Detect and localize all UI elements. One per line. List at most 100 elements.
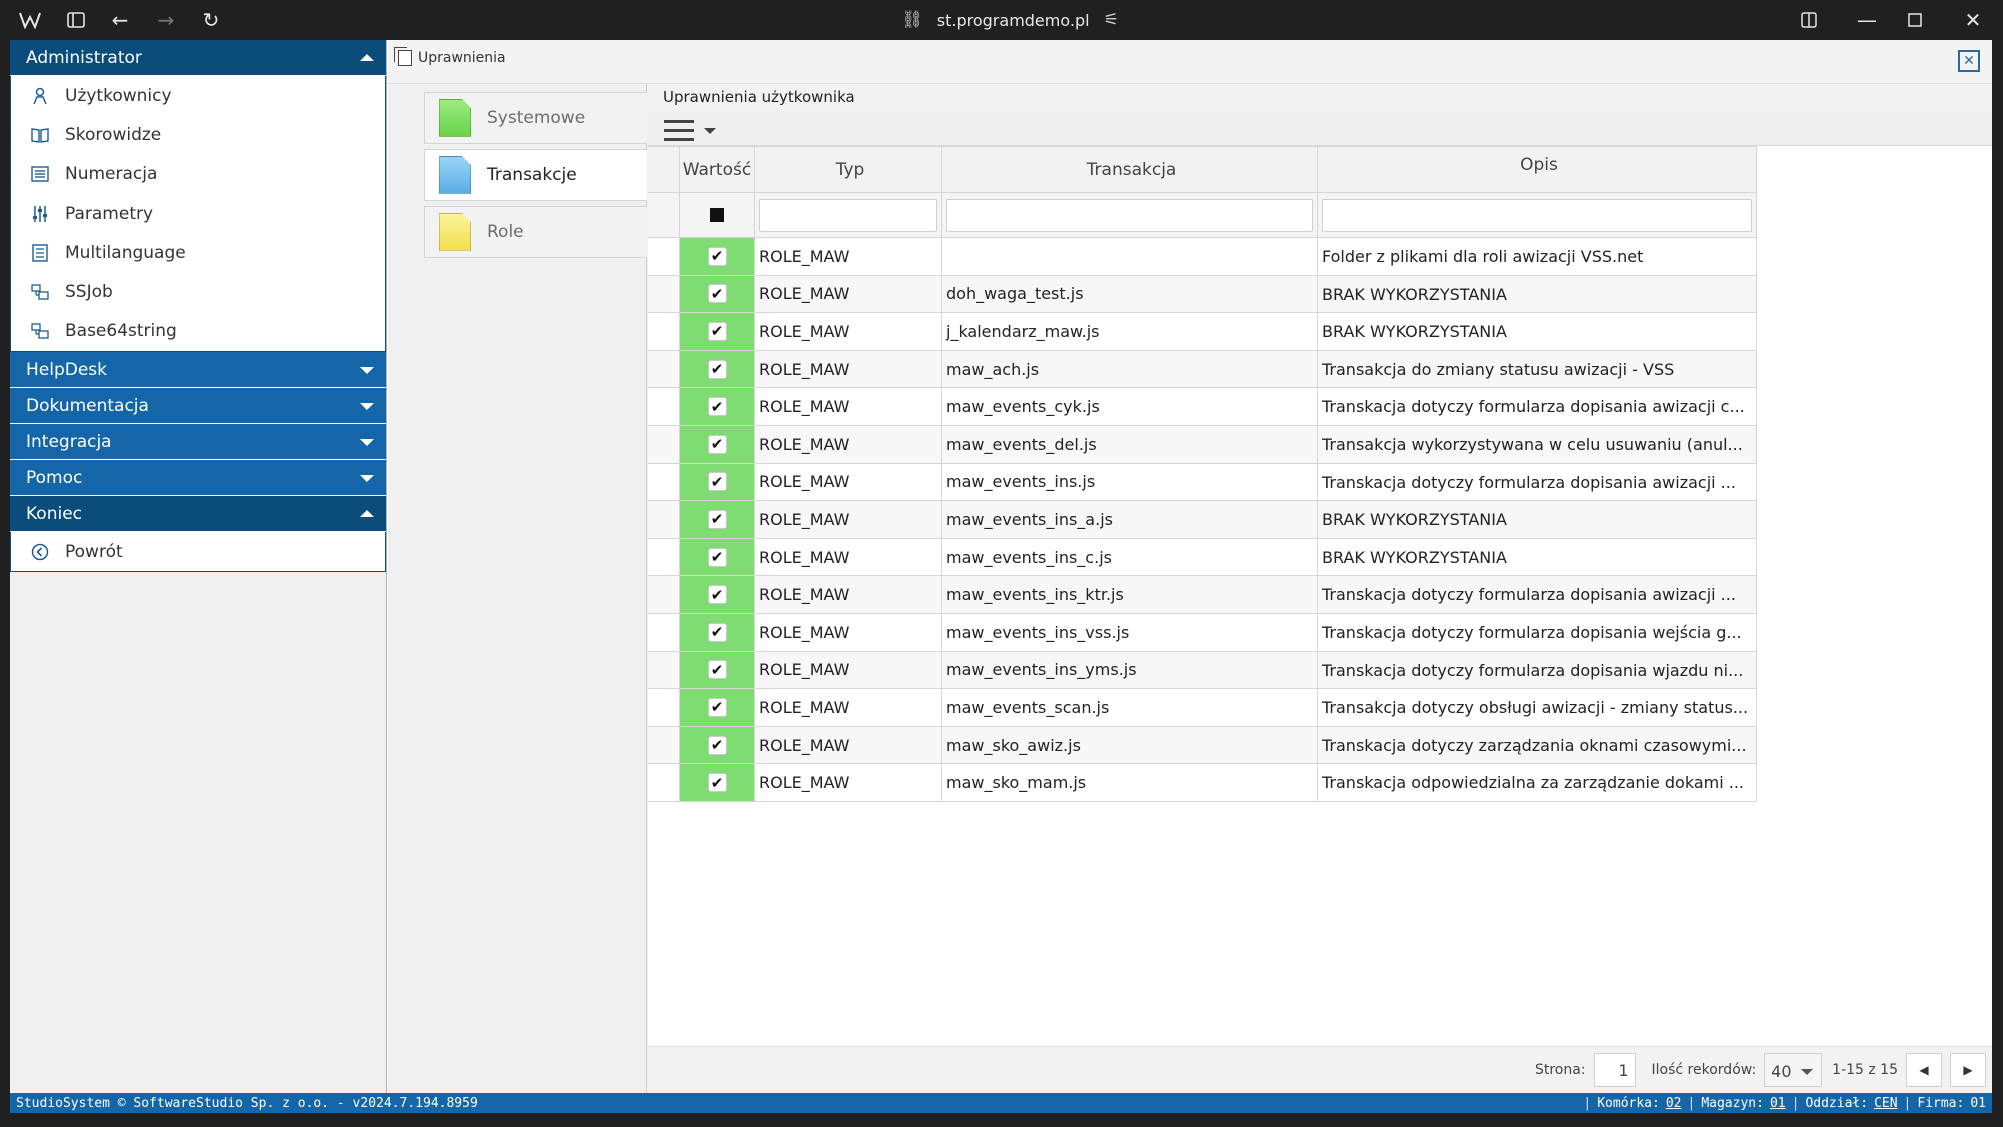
indeterminate-checkbox[interactable]	[710, 208, 724, 222]
section-dokumentacja[interactable]: Dokumentacja	[10, 388, 386, 425]
table-row[interactable]: ✔ ROLE_MAW maw_ach.js Transakcja do zmiany …	[648, 350, 1757, 389]
filter-transakcja-input[interactable]	[946, 198, 1313, 232]
section-helpdesk[interactable]: HelpDesk	[10, 352, 386, 389]
checkbox[interactable]: ✔	[707, 735, 727, 755]
reload-icon[interactable]: ↻	[199, 8, 223, 32]
column-header-wartosc[interactable]: Wartość	[680, 147, 755, 192]
typ-cell: ROLE_MAW	[755, 726, 942, 764]
records-select[interactable]: 40	[1764, 1053, 1823, 1087]
table-row[interactable]: ✔ ROLE_MAW maw_events_ins_ktr.js Transkacja…	[648, 576, 1757, 614]
tab-systemowe[interactable]: Systemowe	[424, 92, 647, 144]
value-cell[interactable]: ✔	[680, 538, 755, 576]
filter-opis-input[interactable]	[1322, 198, 1752, 232]
value-cell[interactable]: ✔	[680, 313, 755, 350]
table-row[interactable]: ✔ ROLE_MAW Folder z plikami dla roli awiza…	[648, 238, 1757, 276]
split-view-icon[interactable]	[1797, 8, 1821, 32]
checkbox[interactable]: ✔	[707, 622, 727, 642]
checkbox[interactable]: ✔	[707, 321, 727, 341]
tune-icon[interactable]: ⚟	[1104, 10, 1119, 30]
value-cell[interactable]: ✔	[680, 238, 755, 275]
sidebar-item-skorowidze[interactable]: Skorowidze	[11, 115, 385, 154]
app-logo-icon[interactable]	[18, 8, 42, 32]
sidebar-item-numeracja[interactable]: Numeracja	[11, 155, 385, 194]
tab-role[interactable]: Role	[424, 206, 647, 258]
komorka-value[interactable]: 02	[1666, 1096, 1682, 1111]
table-row[interactable]: ✔ ROLE_MAW maw_events_ins_c.js BRAK WYKORZY…	[648, 538, 1757, 577]
checkbox[interactable]: ✔	[707, 697, 727, 717]
table-row[interactable]: ✔ ROLE_MAW maw_events_ins.js Transkacja dot…	[648, 463, 1757, 502]
magazyn-value[interactable]: 01	[1770, 1096, 1786, 1111]
table-row[interactable]: ✔ ROLE_MAW maw_events_ins_vss.js Transkacja…	[648, 613, 1757, 652]
row-spacer	[648, 313, 680, 350]
checkbox[interactable]: ✔	[707, 359, 727, 379]
sidebar-item-uzytkownicy[interactable]: Użytkownicy	[11, 76, 385, 115]
filter-typ-input[interactable]	[759, 198, 937, 232]
checkbox[interactable]: ✔	[707, 773, 727, 793]
sidebar-toggle-icon[interactable]	[64, 8, 88, 32]
value-cell[interactable]: ✔	[680, 764, 755, 801]
chevron-down-icon[interactable]	[704, 128, 716, 134]
sidebar-item-parametry[interactable]: Parametry	[11, 194, 385, 233]
oddzial-value[interactable]: CEN	[1874, 1096, 1897, 1111]
checkbox[interactable]: ✔	[707, 284, 727, 304]
sidebar-item-label: SSJob	[65, 282, 113, 303]
next-page-button[interactable]: ▶	[1950, 1053, 1986, 1087]
sidebar-item-base64string[interactable]: Base64string	[11, 312, 385, 351]
typ-cell: ROLE_MAW	[755, 463, 942, 501]
checkbox[interactable]: ✔	[707, 660, 727, 680]
value-cell[interactable]: ✔	[680, 613, 755, 651]
maximize-icon[interactable]	[1903, 8, 1927, 32]
close-panel-icon[interactable]: ✕	[1958, 50, 1980, 72]
back-icon[interactable]: ←	[108, 8, 132, 32]
checkbox[interactable]: ✔	[707, 397, 727, 417]
checkbox[interactable]: ✔	[707, 472, 727, 492]
value-cell[interactable]: ✔	[680, 350, 755, 388]
column-header-opis[interactable]: Opis	[1318, 147, 1757, 192]
page-input[interactable]: 1	[1593, 1053, 1636, 1087]
column-header-typ[interactable]: Typ	[755, 147, 942, 192]
checkbox[interactable]: ✔	[707, 246, 727, 266]
value-cell[interactable]: ✔	[680, 501, 755, 538]
value-cell[interactable]: ✔	[680, 689, 755, 726]
sidebar-item-multilanguage[interactable]: Multilanguage	[11, 233, 385, 272]
row-spacer	[648, 238, 680, 275]
table-row[interactable]: ✔ ROLE_MAW maw_events_cyk.js Transkacja dot…	[648, 388, 1757, 426]
value-cell[interactable]: ✔	[680, 576, 755, 613]
table-row[interactable]: ✔ ROLE_MAW maw_sko_awiz.js Transkacja dotyc…	[648, 726, 1757, 765]
value-cell[interactable]: ✔	[680, 726, 755, 764]
value-cell[interactable]: ✔	[680, 388, 755, 425]
section-koniec[interactable]: Koniec	[10, 496, 386, 533]
value-cell[interactable]: ✔	[680, 651, 755, 689]
menu-icon[interactable]	[664, 120, 694, 142]
typ-cell: ROLE_MAW	[755, 651, 942, 689]
table-row[interactable]: ✔ ROLE_MAW maw_events_del.js Transakcja wyk…	[648, 425, 1757, 464]
address-bar[interactable]: ⛓ st.programdemo.pl ⚟	[890, 8, 1130, 32]
prev-page-button[interactable]: ◀	[1906, 1053, 1942, 1087]
table-row[interactable]: ✔ ROLE_MAW maw_events_scan.js Transakcja do…	[648, 689, 1757, 727]
sidebar-item-ssjob[interactable]: SSJob	[11, 272, 385, 311]
forward-icon[interactable]: →	[154, 8, 178, 32]
column-header-transakcja[interactable]: Transakcja	[942, 147, 1318, 192]
filter-wartosc[interactable]	[680, 193, 755, 237]
minimize-icon[interactable]: —	[1855, 8, 1879, 32]
table-row[interactable]: ✔ ROLE_MAW j_kalendarz_maw.js BRAK WYKORZYS…	[648, 313, 1757, 351]
checkbox[interactable]: ✔	[707, 547, 727, 567]
close-icon[interactable]: ✕	[1961, 8, 1985, 32]
opis-cell: Transkacja odpowiedzialna za zarządzanie…	[1318, 764, 1757, 801]
table-row[interactable]: ✔ ROLE_MAW doh_waga_test.js BRAK WYKORZYSTA…	[648, 275, 1757, 314]
value-cell[interactable]: ✔	[680, 425, 755, 463]
section-integracja[interactable]: Integracja	[10, 424, 386, 461]
tab-transakcje[interactable]: Transakcje	[424, 149, 647, 201]
checkbox[interactable]: ✔	[707, 585, 727, 605]
checkbox[interactable]: ✔	[707, 434, 727, 454]
section-administrator[interactable]: Administrator	[10, 40, 386, 76]
opis-cell: Transkacja dotyczy formularza dopisania …	[1318, 651, 1757, 689]
table-row[interactable]: ✔ ROLE_MAW maw_events_ins_yms.js Transkacja…	[648, 651, 1757, 690]
value-cell[interactable]: ✔	[680, 275, 755, 313]
table-row[interactable]: ✔ ROLE_MAW maw_sko_mam.js Transkacja odpowi…	[648, 764, 1757, 802]
table-row[interactable]: ✔ ROLE_MAW maw_events_ins_a.js BRAK WYKORZY…	[648, 501, 1757, 539]
section-pomoc[interactable]: Pomoc	[10, 460, 386, 497]
checkbox[interactable]: ✔	[707, 509, 727, 529]
value-cell[interactable]: ✔	[680, 463, 755, 501]
sidebar-item-powrot[interactable]: Powrót	[11, 532, 385, 571]
